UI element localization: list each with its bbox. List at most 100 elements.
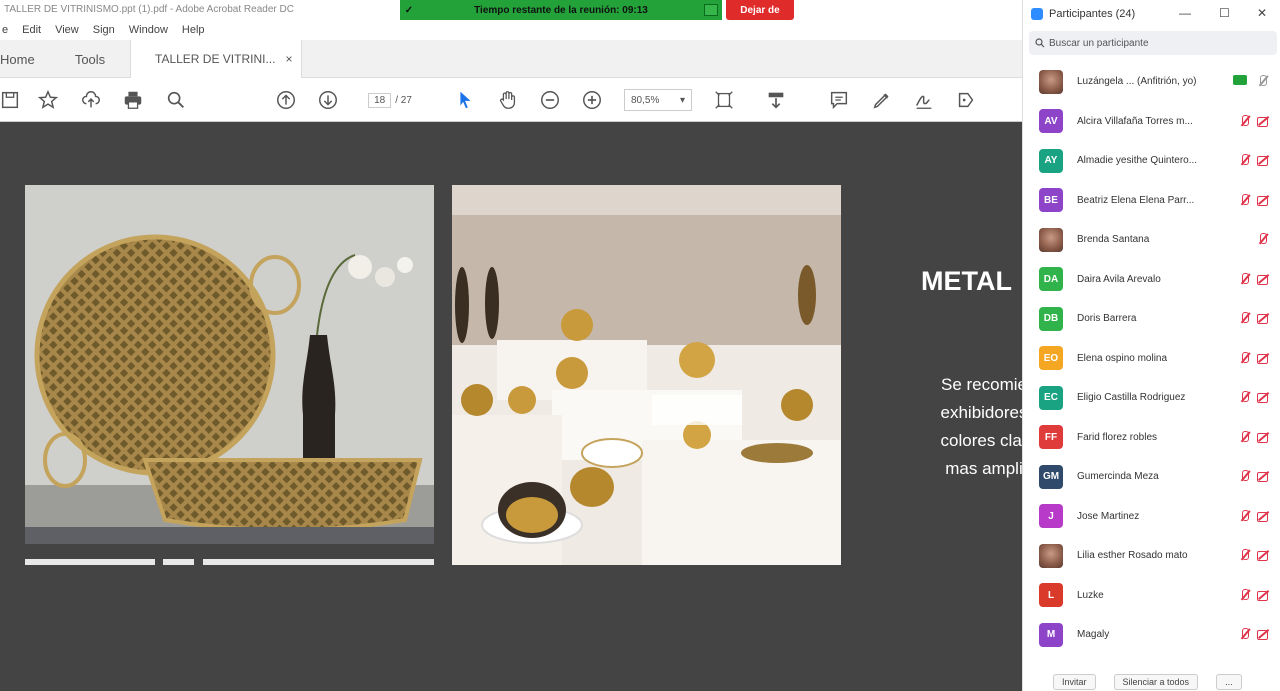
participant-row[interactable]: FF Farid florez robles xyxy=(1023,418,1280,458)
participant-row[interactable]: DA Daira Avila Arevalo xyxy=(1023,260,1280,300)
microphone-muted-icon[interactable] xyxy=(1239,351,1251,364)
document-viewport[interactable]: METAL Se recomie exhibidores colores cla… xyxy=(0,122,1022,691)
page-number-input[interactable]: 18 xyxy=(368,92,392,108)
microphone-muted-icon[interactable] xyxy=(1239,628,1251,640)
tab-bar: Home Tools TALLER DE VITRINI... × xyxy=(0,40,1022,78)
meeting-timer-banner: ✓ Tiempo restante de la reunión: 09:13 xyxy=(400,0,722,20)
close-tab-icon[interactable]: × xyxy=(285,52,292,66)
avatar: GM xyxy=(1039,464,1063,489)
invite-button[interactable]: Invitar xyxy=(1053,673,1096,690)
microphone-icon[interactable] xyxy=(1257,75,1269,87)
more-options-button[interactable]: ... xyxy=(1216,673,1242,690)
camera-off-icon[interactable] xyxy=(1257,470,1269,482)
menu-view[interactable]: View xyxy=(55,24,79,36)
participant-row[interactable]: EC Eligio Castilla Rodriguez xyxy=(1023,378,1280,418)
participant-status-icons xyxy=(1239,470,1269,482)
select-arrow-icon[interactable] xyxy=(451,86,479,114)
avatar: DA xyxy=(1039,267,1063,292)
camera-off-icon[interactable] xyxy=(1257,589,1269,601)
menu-window[interactable]: Window xyxy=(129,24,168,36)
zoom-level-select[interactable]: 80,5% ▾ xyxy=(624,89,692,111)
camera-off-icon[interactable] xyxy=(1257,510,1269,522)
microphone-muted-icon[interactable] xyxy=(1239,391,1251,403)
menu-sign[interactable]: Sign xyxy=(93,24,115,36)
search-placeholder: Buscar un participante xyxy=(1049,37,1149,49)
participant-row[interactable]: Luzángela ... (Anfitrión, yo) xyxy=(1023,62,1280,102)
camera-off-icon[interactable] xyxy=(1257,194,1269,206)
microphone-muted-icon[interactable] xyxy=(1239,154,1251,166)
share-icon[interactable] xyxy=(952,86,980,114)
page-up-icon[interactable] xyxy=(272,86,300,114)
camera-off-icon[interactable] xyxy=(1257,273,1269,285)
camera-off-icon[interactable] xyxy=(1257,431,1269,443)
participant-row[interactable]: AY Almadie yesithe Quintero... xyxy=(1023,141,1280,181)
maximize-icon[interactable]: ☐ xyxy=(1219,6,1230,20)
leave-meeting-button[interactable]: Dejar de xyxy=(726,0,794,20)
avatar xyxy=(1039,543,1063,568)
search-icon[interactable] xyxy=(162,86,190,114)
close-icon[interactable]: ✕ xyxy=(1257,6,1267,20)
sign-icon[interactable] xyxy=(910,86,938,114)
camera-off-icon[interactable] xyxy=(1257,391,1269,403)
tab-tools[interactable]: Tools xyxy=(58,40,122,78)
camera-off-icon[interactable] xyxy=(1257,549,1269,561)
participant-row[interactable]: Lilia esther Rosado mato xyxy=(1023,536,1280,576)
pen-icon[interactable] xyxy=(868,86,896,114)
camera-off-icon[interactable] xyxy=(1257,628,1269,640)
leave-meeting-label: Dejar de xyxy=(740,4,780,16)
participant-search-input[interactable]: Buscar un participante xyxy=(1029,31,1277,55)
menu-bar: e Edit View Sign Window Help xyxy=(0,20,1022,40)
participant-row[interactable]: GM Gumercinda Meza xyxy=(1023,457,1280,497)
slide-body-line: mas ampli xyxy=(945,459,1022,478)
bookmark-star-icon[interactable] xyxy=(34,86,62,114)
menu-edit[interactable]: Edit xyxy=(22,24,41,36)
microphone-muted-icon[interactable] xyxy=(1239,430,1251,443)
banner-toggle-icon[interactable] xyxy=(704,4,718,16)
slide-photo-gold-trays xyxy=(25,185,434,544)
microphone-muted-icon[interactable] xyxy=(1239,272,1251,285)
participant-row[interactable]: L Luzke xyxy=(1023,576,1280,616)
microphone-muted-icon[interactable] xyxy=(1239,312,1251,324)
menu-file[interactable]: e xyxy=(2,24,8,36)
participant-row[interactable]: BE Beatriz Elena Elena Parr... xyxy=(1023,181,1280,221)
zoom-out-icon[interactable] xyxy=(536,86,564,114)
menu-help[interactable]: Help xyxy=(182,24,205,36)
scroll-icon[interactable] xyxy=(762,86,790,114)
participant-name: Lilia esther Rosado mato xyxy=(1077,550,1188,562)
camera-off-icon[interactable] xyxy=(1257,154,1269,166)
microphone-muted-icon[interactable] xyxy=(1239,114,1251,127)
page-down-icon[interactable] xyxy=(314,86,342,114)
participant-list: Luzángela ... (Anfitrión, yo) AV Alcira Vi… xyxy=(1023,62,1280,655)
minimize-icon[interactable]: — xyxy=(1179,6,1191,20)
participant-status-icons xyxy=(1239,430,1269,443)
microphone-muted-icon[interactable] xyxy=(1239,470,1251,482)
save-icon[interactable] xyxy=(0,86,24,114)
participant-row[interactable]: DB Doris Barrera xyxy=(1023,299,1280,339)
comment-icon[interactable] xyxy=(825,86,853,114)
participant-row[interactable]: Brenda Santana xyxy=(1023,220,1280,260)
avatar: J xyxy=(1039,504,1063,529)
zoom-in-icon[interactable] xyxy=(578,86,606,114)
microphone-muted-icon[interactable] xyxy=(1239,549,1251,561)
fit-page-icon[interactable] xyxy=(710,86,738,114)
participant-row[interactable]: M Magaly xyxy=(1023,615,1280,655)
microphone-muted-icon[interactable] xyxy=(1257,233,1269,245)
print-icon[interactable] xyxy=(119,86,147,114)
tab-home[interactable]: Home xyxy=(0,40,50,78)
toolbar: 18 / 27 80,5% ▾ xyxy=(0,78,1022,122)
microphone-muted-icon[interactable] xyxy=(1239,588,1251,601)
mute-all-button[interactable]: Silenciar a todos xyxy=(1113,673,1199,690)
participant-row[interactable]: J Jose Martinez xyxy=(1023,497,1280,537)
camera-off-icon[interactable] xyxy=(1257,115,1269,127)
microphone-muted-icon[interactable] xyxy=(1239,193,1251,206)
hand-icon[interactable] xyxy=(494,86,522,114)
tab-document[interactable]: TALLER DE VITRINI... × xyxy=(130,40,302,78)
upload-icon[interactable] xyxy=(77,86,105,114)
microphone-muted-icon[interactable] xyxy=(1239,509,1251,522)
camera-off-icon[interactable] xyxy=(1257,352,1269,364)
participant-name: Luzke xyxy=(1077,589,1104,601)
participant-row[interactable]: EO Elena ospino molina xyxy=(1023,339,1280,379)
participant-row[interactable]: AV Alcira Villafaña Torres m... xyxy=(1023,102,1280,142)
camera-off-icon[interactable] xyxy=(1257,312,1269,324)
meeting-timer-text: Tiempo restante de la reunión: 09:13 xyxy=(474,4,648,16)
